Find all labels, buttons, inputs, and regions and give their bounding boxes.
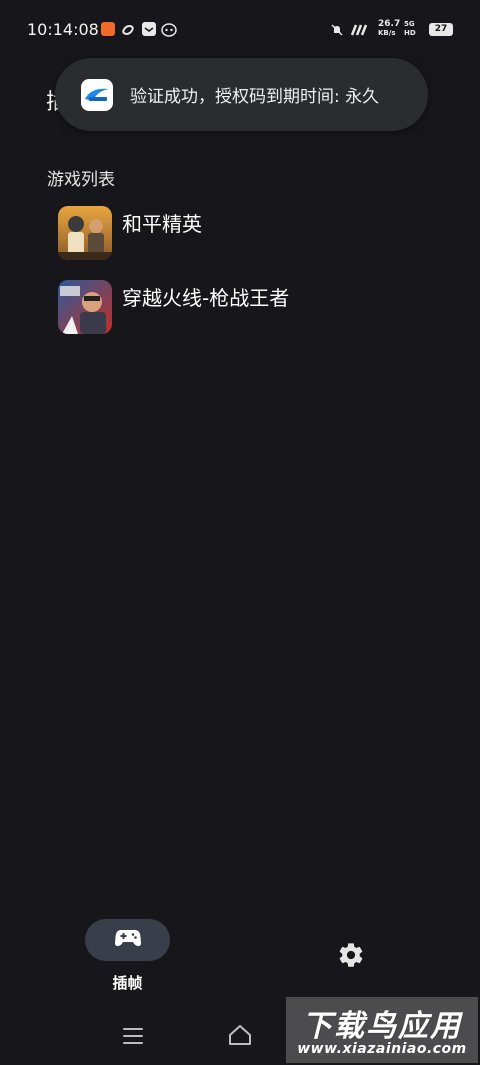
toast-message: 验证成功，授权码到期时间: 永久 xyxy=(130,87,380,107)
chat-notification-icon xyxy=(161,22,177,37)
gear-icon[interactable] xyxy=(337,941,365,969)
watermark-title: 下载鸟应用 xyxy=(302,1009,462,1044)
mute-icon xyxy=(330,22,344,36)
gamepad-icon xyxy=(114,929,141,951)
toast-notification: 验证成功，授权码到期时间: 永久 xyxy=(55,58,428,131)
nav-label-frame-insertion: 插帧 xyxy=(112,974,143,992)
app-logo-icon xyxy=(81,78,113,111)
network-speed: 26.7 KB/s xyxy=(378,20,400,38)
system-home-icon[interactable] xyxy=(228,1024,252,1046)
battery-icon: 27 xyxy=(429,23,453,36)
signal-bars-icon xyxy=(350,22,370,36)
watermark: 下载鸟应用 www.xiazainiao.com xyxy=(286,997,478,1063)
nav-item-frame-insertion[interactable] xyxy=(85,919,170,961)
watermark-url: www.xiazainiao.com xyxy=(297,1041,467,1057)
swirl-notification-icon xyxy=(121,22,135,36)
message-notification-icon xyxy=(142,22,156,36)
crossfire-game-icon xyxy=(58,280,112,334)
game-list-item[interactable]: 穿越火线-枪战王者 xyxy=(58,280,289,334)
status-time: 10:14:08 xyxy=(27,20,99,39)
peace-elite-game-icon xyxy=(58,206,112,260)
system-menu-icon[interactable] xyxy=(123,1028,143,1044)
network-speed-value: 26.7 xyxy=(378,19,401,29)
game-name: 穿越火线-枪战王者 xyxy=(122,286,290,310)
status-bar: 10:14:08 26.7 KB/s 5G HD 27 xyxy=(0,0,480,60)
game-name: 和平精英 xyxy=(122,212,202,236)
app-notification-icon xyxy=(101,22,115,36)
game-list-item[interactable]: 和平精英 xyxy=(58,206,202,260)
games-section-header: 游戏列表 xyxy=(47,170,115,190)
network-speed-unit: KB/s xyxy=(378,29,396,37)
network-type: 5G HD xyxy=(404,20,416,37)
